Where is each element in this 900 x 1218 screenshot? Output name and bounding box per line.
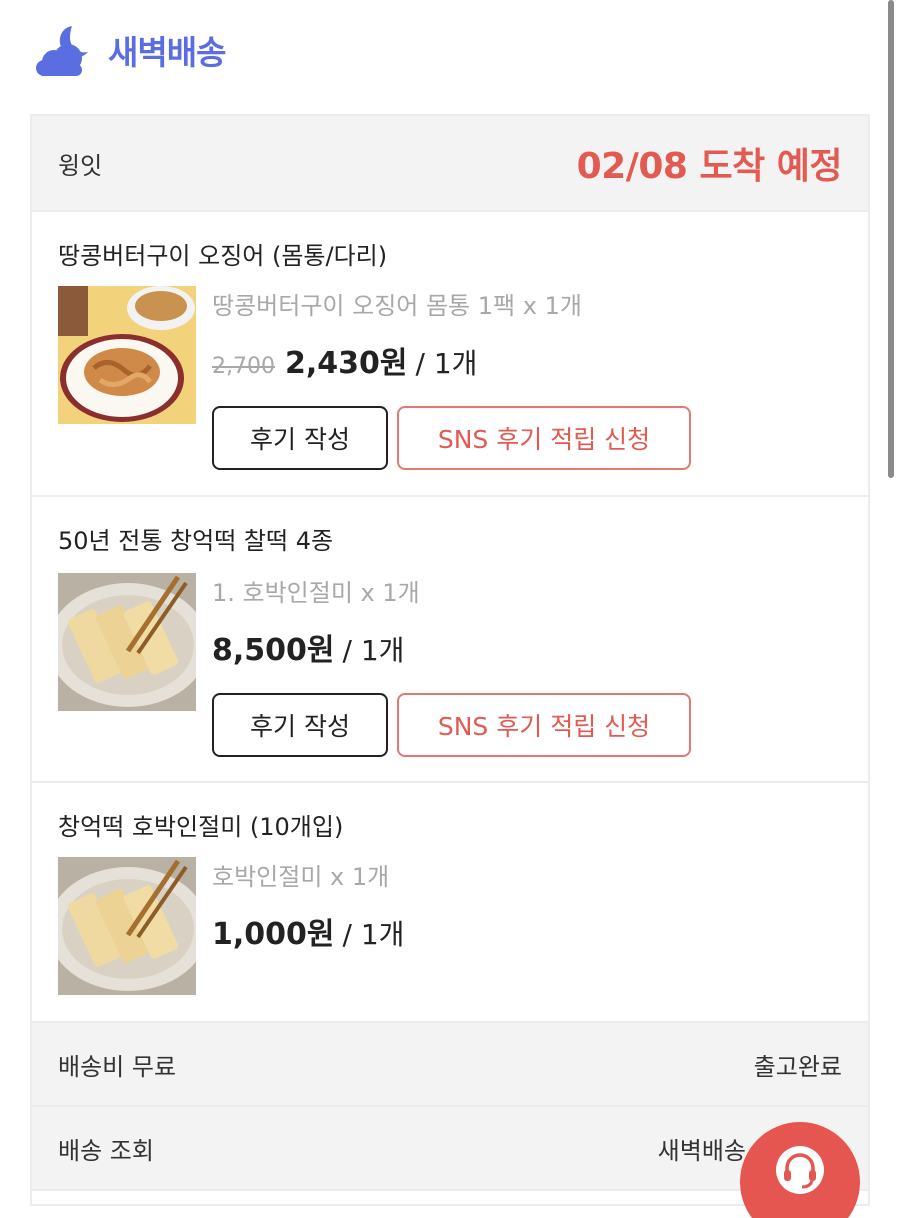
order-card: 윙잇 02/08 도착 예정 땅콩버터구이 오징어 (몸통/다리) 땅콩버터구이… — [30, 114, 870, 1206]
rice-cake-image[interactable] — [58, 857, 196, 995]
item-name[interactable]: 50년 전통 창억떡 찰떡 4종 — [58, 521, 333, 556]
item-option: 1. 호박인절미 x 1개 — [212, 579, 420, 607]
item-quantity: / 1개 — [415, 347, 478, 380]
item-option: 땅콩버터구이 오징어 몸통 1팩 x 1개 — [212, 292, 582, 320]
item-price-row: 1,000원 / 1개 — [212, 909, 404, 953]
scrollbar[interactable] — [888, 0, 894, 478]
order-item: 50년 전통 창억떡 찰떡 4종 1. 호박인절미 x 1개 8,500원 / … — [32, 497, 868, 783]
rice-cake-image[interactable] — [58, 573, 196, 711]
write-review-button[interactable]: 후기 작성 — [212, 693, 388, 757]
shipping-fee-label: 배송비 무료 — [58, 1052, 177, 1081]
write-review-button[interactable]: 후기 작성 — [212, 406, 388, 470]
tracking-label[interactable]: 배송 조회 — [58, 1131, 154, 1166]
order-item: 창억떡 호박인절미 (10개입) 호박인절미 x 1개 1,000원 / 1개 — [32, 783, 868, 1023]
sale-price: 2,430원 — [284, 346, 408, 381]
shipping-status: 출고완료 — [753, 1052, 842, 1081]
delivery-type-title: 새벽배송 — [108, 33, 226, 72]
shipping-summary-row: 배송비 무료 출고완료 — [32, 1023, 868, 1107]
item-quantity: / 1개 — [342, 634, 405, 667]
sns-review-reward-button[interactable]: SNS 후기 적립 신청 — [397, 693, 691, 757]
moon-cloud-icon — [36, 26, 88, 76]
arrival-date: 02/08 도착 예정 — [576, 146, 843, 187]
headset-icon — [776, 1146, 824, 1194]
item-name[interactable]: 땅콩버터구이 오징어 (몸통/다리) — [58, 236, 387, 271]
order-card-header: 윙잇 02/08 도착 예정 — [32, 116, 868, 212]
item-name[interactable]: 창억떡 호박인절미 (10개입) — [58, 807, 343, 842]
item-quantity: / 1개 — [342, 918, 405, 951]
item-option: 호박인절미 x 1개 — [212, 863, 390, 891]
tracking-value[interactable]: 새벽배송 — [658, 1131, 746, 1166]
squid-dish-image[interactable] — [58, 286, 196, 424]
original-price: 2,700 — [212, 354, 275, 379]
seller-name: 윙잇 — [58, 151, 103, 180]
sale-price: 8,500원 — [212, 633, 335, 668]
sale-price: 1,000원 — [212, 917, 335, 952]
item-price-row: 2,700 2,430원 / 1개 — [212, 338, 477, 382]
item-price-row: 8,500원 / 1개 — [212, 625, 404, 669]
sns-review-reward-button[interactable]: SNS 후기 적립 신청 — [397, 406, 691, 470]
order-item: 땅콩버터구이 오징어 (몸통/다리) 땅콩버터구이 오징어 몸통 1팩 x 1개… — [32, 212, 868, 497]
delivery-type-header: 새벽배송 — [34, 22, 226, 78]
